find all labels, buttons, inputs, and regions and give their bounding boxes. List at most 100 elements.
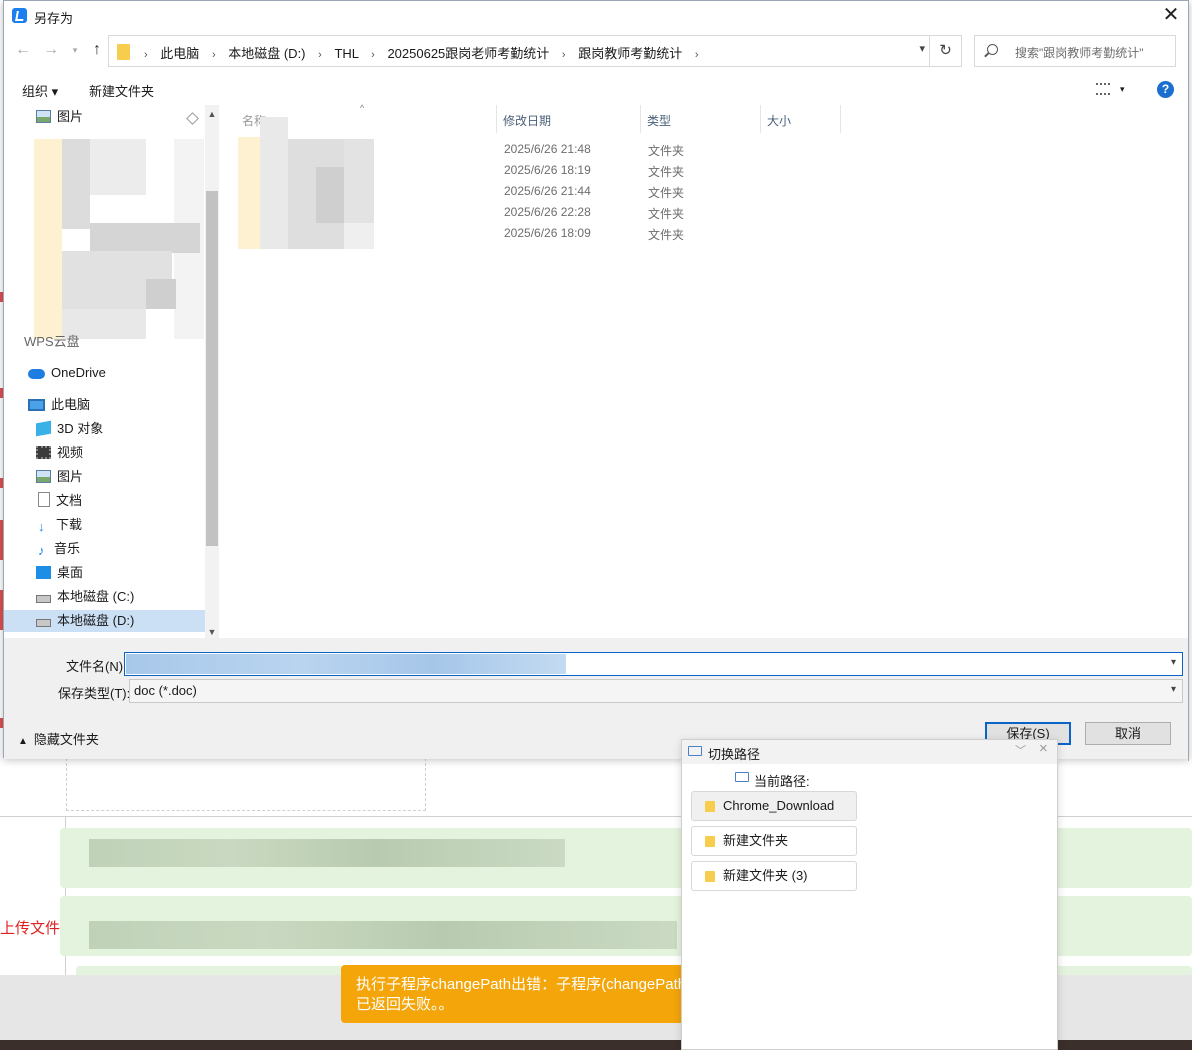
forward-arrow-icon[interactable]: → xyxy=(40,39,62,61)
filetype-label: 保存类型(T): xyxy=(58,686,131,701)
document-icon xyxy=(38,492,50,507)
address-bar[interactable]: › 此电脑 › 本地磁盘 (D:) › THL › 20250625跟岗老师考勤… xyxy=(108,35,962,67)
upload-dropzone xyxy=(66,758,426,811)
nav-item-desktop[interactable]: 桌面 xyxy=(36,562,83,584)
help-icon[interactable]: ? xyxy=(1157,81,1174,98)
column-header-date[interactable]: 修改日期 xyxy=(497,105,641,133)
video-icon xyxy=(36,446,51,459)
chevron-right-icon[interactable]: › xyxy=(695,49,699,61)
nav-item-documents[interactable]: 文档 xyxy=(38,490,82,512)
nav-scroll-thumb[interactable] xyxy=(206,191,218,546)
row-type: 文件夹 xyxy=(648,207,685,221)
navigation-pane: 图片 WPS云盘 OneDrive 此电脑 3D 对象 视频 图片 文档 ↓ 下… xyxy=(4,105,219,638)
path-item[interactable]: Chrome_Download xyxy=(691,791,857,821)
pin-icon[interactable] xyxy=(186,112,199,125)
filename-input[interactable]: ▾ xyxy=(124,652,1183,676)
nav-item-videos[interactable]: 视频 xyxy=(36,442,83,464)
chevron-down-icon[interactable]: ▾ xyxy=(1171,657,1176,668)
download-icon: ↓ xyxy=(38,519,45,534)
scroll-down-icon[interactable]: ▼ xyxy=(205,625,219,639)
chevron-down-icon[interactable]: ▾ xyxy=(919,42,925,55)
back-arrow-icon[interactable]: ← xyxy=(12,39,34,61)
nav-label: 本地磁盘 (D:) xyxy=(57,613,135,628)
nav-label: 本地磁盘 (C:) xyxy=(57,589,135,604)
drive-icon xyxy=(36,619,51,627)
chevron-right-icon[interactable]: › xyxy=(562,49,566,61)
view-options-icon[interactable] xyxy=(1096,83,1110,95)
redacted-filename xyxy=(126,654,566,674)
hide-folders-toggle[interactable]: ▲ 隐藏文件夹 xyxy=(18,729,99,748)
switch-path-panel: 切换路径 ﹀ × 当前路径: Chrome_Download 新建文件夹 新建文… xyxy=(681,739,1058,1050)
nav-label: 下载 xyxy=(56,517,83,532)
row-type: 文件夹 xyxy=(648,165,685,179)
redacted-quick-access xyxy=(34,139,204,339)
organize-button[interactable]: 组织 ▾ xyxy=(22,81,58,100)
row-date: 2025/6/26 18:09 xyxy=(504,226,591,240)
chevron-down-icon[interactable]: ▾ xyxy=(1171,684,1176,695)
file-list: 名称 ^ 修改日期 类型 大小 2025/6/26 21:48 文件夹 2025… xyxy=(220,103,1188,638)
panel-title: 切换路径 xyxy=(708,747,761,762)
up-arrow-icon[interactable]: ↑ xyxy=(86,39,108,61)
folder-open-icon xyxy=(735,772,749,782)
breadcrumb: › 此电脑 › 本地磁盘 (D:) › THL › 20250625跟岗老师考勤… xyxy=(135,43,708,62)
nav-label: OneDrive xyxy=(51,365,106,380)
music-icon: ♪ xyxy=(38,543,45,558)
scroll-up-icon[interactable]: ▲ xyxy=(205,107,219,121)
new-folder-button[interactable]: 新建文件夹 xyxy=(89,81,154,100)
nav-item-downloads[interactable]: ↓ 下载 xyxy=(38,514,82,536)
nav-item-drive-c[interactable]: 本地磁盘 (C:) xyxy=(36,586,134,608)
nav-item-onedrive[interactable]: OneDrive xyxy=(28,362,106,384)
cancel-button[interactable]: 取消 xyxy=(1085,722,1171,745)
folder-open-icon xyxy=(688,746,702,756)
nav-label: 视频 xyxy=(57,445,84,460)
chevron-right-icon[interactable]: › xyxy=(371,49,375,61)
breadcrumb-item[interactable]: 20250625跟岗老师考勤统计 xyxy=(387,46,549,61)
chevron-right-icon: › xyxy=(144,49,148,61)
nav-item-this-pc[interactable]: 此电脑 xyxy=(28,394,90,416)
nav-item-pictures[interactable]: 图片 xyxy=(36,466,83,488)
upload-file-label: 上传文件 xyxy=(0,920,61,937)
nav-item-music[interactable]: ♪ 音乐 xyxy=(38,538,80,560)
cube-icon xyxy=(36,420,51,437)
pictures-icon xyxy=(36,110,51,123)
nav-item-wps-partial[interactable]: WPS云盘 xyxy=(24,331,80,353)
breadcrumb-item[interactable]: 本地磁盘 (D:) xyxy=(228,46,305,61)
chevron-right-icon[interactable]: › xyxy=(212,49,216,61)
refresh-icon[interactable]: ↻ xyxy=(929,36,961,66)
nav-item-drive-d[interactable]: 本地磁盘 (D:) xyxy=(4,610,205,632)
onedrive-icon xyxy=(28,369,45,379)
column-header-size[interactable]: 大小 xyxy=(761,105,841,133)
row-date: 2025/6/26 22:28 xyxy=(504,205,591,219)
row-date: 2025/6/26 21:44 xyxy=(504,184,591,198)
search-icon xyxy=(987,44,998,55)
column-header-type[interactable]: 类型 xyxy=(641,105,761,133)
chevron-right-icon[interactable]: › xyxy=(318,49,322,61)
nav-item-quick-pictures[interactable]: 图片 xyxy=(36,106,83,128)
close-icon[interactable]: × xyxy=(1039,740,1048,757)
nav-label: 音乐 xyxy=(54,541,81,556)
filetype-value: doc (*.doc) xyxy=(134,683,197,698)
collapse-icon[interactable]: ﹀ xyxy=(1015,742,1026,758)
path-item-label: 新建文件夹 xyxy=(723,833,789,848)
recent-locations-icon[interactable]: ▾ xyxy=(64,39,86,61)
path-item[interactable]: 新建文件夹 (3) xyxy=(691,861,857,891)
nav-item-3d-objects[interactable]: 3D 对象 xyxy=(36,418,103,440)
row-date: 2025/6/26 18:19 xyxy=(504,163,591,177)
desktop-icon xyxy=(36,566,51,579)
dialog-title: 另存为 xyxy=(34,11,74,26)
folder-icon xyxy=(117,44,130,60)
breadcrumb-item[interactable]: THL xyxy=(334,46,358,61)
search-input[interactable]: 搜索"跟岗教师考勤统计" xyxy=(974,35,1176,67)
nav-label: 图片 xyxy=(57,109,84,124)
app-icon xyxy=(12,8,27,23)
close-icon[interactable]: ✕ xyxy=(1158,3,1184,29)
view-dropdown-icon[interactable]: ▾ xyxy=(1120,84,1125,95)
breadcrumb-item[interactable]: 跟岗教师考勤统计 xyxy=(578,46,682,61)
folder-icon xyxy=(705,836,715,847)
path-item[interactable]: 新建文件夹 xyxy=(691,826,857,856)
breadcrumb-item[interactable]: 此电脑 xyxy=(160,46,199,61)
navigation-row: ← → ▾ ↑ › 此电脑 › 本地磁盘 (D:) › THL › 202506… xyxy=(4,35,1188,67)
filetype-select[interactable]: doc (*.doc) ▾ xyxy=(129,679,1183,703)
sort-up-icon: ^ xyxy=(360,103,365,113)
error-toast: 执行子程序changePath出错：子程序(changePath) 已返回失败。… xyxy=(341,965,686,1023)
